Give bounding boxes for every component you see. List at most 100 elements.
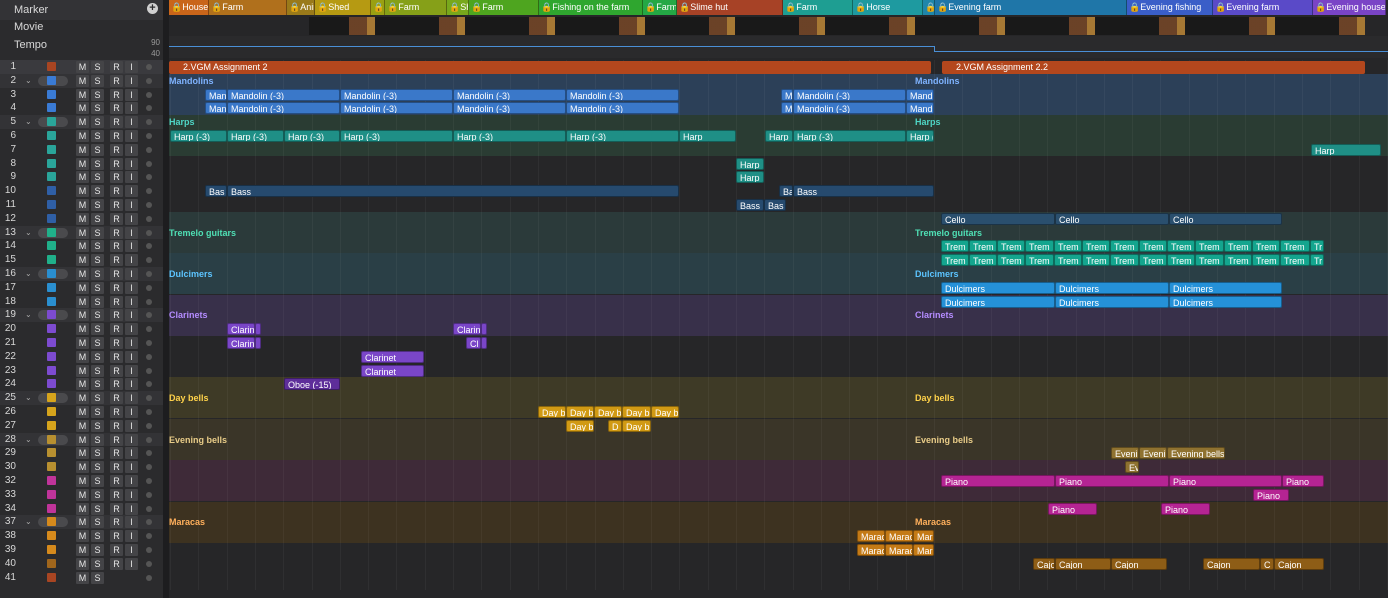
region[interactable]: Mand [906, 89, 934, 101]
marker-3[interactable]: 🔒Anim [287, 0, 315, 15]
track-header-4[interactable]: 4 MSRI [0, 101, 163, 115]
region[interactable]: C [1260, 558, 1274, 570]
region[interactable]: Clarin [227, 337, 255, 349]
region[interactable]: Ba [779, 185, 793, 197]
track-header-13[interactable]: 13 ⌄ M S R I [0, 226, 163, 240]
input-monitor-button[interactable]: I [125, 309, 138, 321]
mute-button[interactable]: M [76, 144, 89, 156]
track-header-39[interactable]: 39 M S R I [0, 543, 163, 557]
region[interactable]: Day b [651, 406, 679, 418]
track-header-19[interactable]: 19 ⌄ M S R I [0, 308, 163, 322]
mute-button[interactable]: M [76, 558, 89, 570]
track-header-10[interactable]: 10 M S R I [0, 184, 163, 198]
input-monitor-button[interactable]: I [125, 475, 138, 487]
region[interactable]: Trem [969, 254, 997, 266]
mute-button[interactable]: M [76, 337, 89, 349]
record-enable-button[interactable]: R [110, 268, 123, 280]
solo-button[interactable]: S [91, 102, 104, 114]
solo-button[interactable]: S [91, 489, 104, 501]
record-enable-button[interactable]: R [110, 337, 123, 349]
solo-button[interactable]: S [91, 240, 104, 252]
region[interactable]: Marac [885, 544, 913, 556]
marker-4[interactable]: 🔒Shed [315, 0, 371, 15]
region[interactable]: Piano [1253, 489, 1289, 501]
region[interactable]: Tr [1310, 240, 1324, 252]
input-monitor-button[interactable]: I [125, 544, 138, 556]
track-header-33[interactable]: 33 M S R I [0, 488, 163, 502]
region[interactable]: Trem [1054, 254, 1082, 266]
record-enable-button[interactable]: R [110, 296, 123, 308]
record-enable-button[interactable]: R [110, 75, 123, 87]
track-header-9[interactable]: 9 MSRI [0, 170, 163, 184]
region[interactable]: Day b [622, 406, 651, 418]
region[interactable]: Man [205, 102, 227, 114]
mute-button[interactable]: M [76, 461, 89, 473]
region[interactable]: Trem [1195, 240, 1224, 252]
track-header-18[interactable]: 18 M S R I [0, 295, 163, 309]
mute-button[interactable]: M [76, 365, 89, 377]
region[interactable]: Day b [566, 420, 594, 432]
record-enable-button[interactable]: R [110, 227, 123, 239]
marker-7[interactable]: 🔒She [447, 0, 469, 15]
input-monitor-button[interactable]: I [125, 213, 138, 225]
record-enable-button[interactable]: R [110, 130, 123, 142]
region[interactable]: Day b [594, 406, 622, 418]
mute-button[interactable]: M [76, 213, 89, 225]
disclosure-icon[interactable]: ⌄ [25, 518, 35, 526]
mute-button[interactable]: M [76, 116, 89, 128]
marker-5[interactable]: 🔒A [371, 0, 385, 15]
solo-button[interactable]: S [91, 254, 104, 266]
record-enable-button[interactable]: R [110, 378, 123, 390]
solo-button[interactable]: S [91, 544, 104, 556]
record-enable-button[interactable]: R [110, 530, 123, 542]
region[interactable]: Trem [941, 254, 969, 266]
record-enable-button[interactable]: R [110, 323, 123, 335]
marker-2[interactable]: 🔒Farm [209, 0, 287, 15]
region[interactable]: Harp [736, 158, 764, 170]
region[interactable]: Bas [205, 185, 227, 197]
record-enable-button[interactable]: R [110, 254, 123, 266]
input-monitor-button[interactable]: I [125, 268, 138, 280]
input-monitor-button[interactable]: I [125, 461, 138, 473]
mute-button[interactable]: M [76, 544, 89, 556]
region[interactable]: Mar [913, 544, 934, 556]
region[interactable]: Harp (-3) [284, 130, 340, 142]
solo-button[interactable]: S [91, 392, 104, 404]
region[interactable]: D [608, 420, 622, 432]
region[interactable]: Trem [1280, 254, 1310, 266]
record-enable-button[interactable]: R [110, 116, 123, 128]
track-header-34[interactable]: 34 M S R I [0, 502, 163, 516]
solo-button[interactable]: S [91, 268, 104, 280]
track-header-5[interactable]: 5 ⌄ M S R I [0, 115, 163, 129]
record-enable-button[interactable]: R [110, 185, 123, 197]
region[interactable]: Marac [857, 530, 885, 542]
region[interactable]: Trem [1167, 254, 1195, 266]
disclosure-icon[interactable]: ⌄ [25, 311, 35, 319]
mute-button[interactable]: M [76, 309, 89, 321]
region[interactable]: Harp ( [906, 130, 934, 142]
region[interactable]: Trem [1224, 240, 1252, 252]
input-monitor-button[interactable]: I [125, 365, 138, 377]
region[interactable]: Piano [941, 475, 1055, 487]
region[interactable]: Mand [906, 102, 934, 114]
track-header-17[interactable]: 17 M S R I [0, 281, 163, 295]
disclosure-icon[interactable]: ⌄ [25, 229, 35, 237]
track-header-28[interactable]: 28 ⌄ M S R I [0, 433, 163, 447]
marker-8[interactable]: 🔒Farm [469, 0, 539, 15]
input-monitor-button[interactable]: I [125, 558, 138, 570]
region[interactable]: Dulcimers [1169, 282, 1282, 294]
region[interactable]: Cl [466, 337, 481, 349]
region[interactable]: Trem [997, 254, 1025, 266]
mute-button[interactable]: M [76, 572, 89, 584]
input-monitor-button[interactable]: I [125, 296, 138, 308]
region[interactable]: Ev [1125, 461, 1139, 473]
region[interactable]: Harp [679, 130, 736, 142]
record-enable-button[interactable]: R [110, 516, 123, 528]
region[interactable] [481, 323, 487, 335]
region[interactable]: Trem [1110, 240, 1139, 252]
region[interactable]: Trem [1252, 254, 1280, 266]
region[interactable]: Harp [765, 130, 793, 142]
input-monitor-button[interactable]: I [125, 337, 138, 349]
solo-button[interactable]: S [91, 378, 104, 390]
region[interactable]: Bass [736, 199, 764, 211]
